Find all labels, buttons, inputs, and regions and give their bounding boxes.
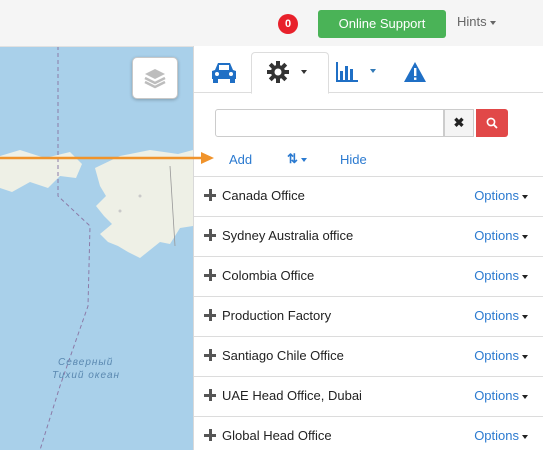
office-name[interactable]: Canada Office (222, 188, 305, 203)
plus-icon[interactable] (204, 349, 216, 361)
options-dropdown[interactable]: Options (474, 308, 528, 323)
options-label: Options (474, 228, 519, 243)
clear-search-button[interactable]: ✖ (444, 109, 474, 137)
panel-tabs (194, 46, 543, 94)
options-label: Options (474, 268, 519, 283)
hide-button[interactable]: Hide (340, 152, 367, 167)
options-dropdown[interactable]: Options (474, 348, 528, 363)
office-name[interactable]: Colombia Office (222, 268, 314, 283)
office-name[interactable]: UAE Head Office, Dubai (222, 388, 362, 403)
office-name[interactable]: Sydney Australia office (222, 228, 353, 243)
ocean-label-2: Тихий океан (52, 370, 121, 381)
office-name[interactable]: Santiago Chile Office (222, 348, 344, 363)
options-dropdown[interactable]: Options (474, 388, 528, 403)
sort-icon: ⇅ (287, 151, 298, 166)
options-dropdown[interactable]: Options (474, 188, 528, 203)
options-label: Options (474, 308, 519, 323)
map-land (0, 46, 193, 450)
list-item[interactable]: UAE Head Office, Dubai Options (194, 376, 543, 416)
plus-icon[interactable] (204, 309, 216, 321)
plus-icon[interactable] (204, 429, 216, 441)
ocean-label-1: Северный (58, 357, 114, 368)
search-button[interactable] (476, 109, 508, 137)
hints-dropdown[interactable]: Hints (457, 14, 496, 29)
top-bar: 0 Online Support Hints (0, 0, 543, 47)
chevron-down-icon (522, 194, 528, 199)
chevron-down-icon (522, 354, 528, 359)
plus-icon[interactable] (204, 389, 216, 401)
chevron-down-icon (522, 234, 528, 239)
bar-chart-icon (336, 62, 358, 82)
sort-button[interactable]: ⇅ (287, 151, 307, 167)
list-actions: Add ⇅ Hide (194, 146, 543, 176)
list-item[interactable]: Santiago Chile Office Options (194, 336, 543, 376)
chevron-down-icon (522, 274, 528, 279)
options-label: Options (474, 388, 519, 403)
list-item[interactable]: Colombia Office Options (194, 256, 543, 296)
tab-vehicles[interactable] (200, 52, 248, 92)
chevron-down-icon (489, 20, 496, 25)
office-list: Canada Office Options Sydney Australia o… (194, 176, 543, 456)
chevron-down-icon (522, 394, 528, 399)
tab-settings[interactable] (251, 52, 329, 94)
office-name[interactable]: Production Factory (222, 308, 331, 323)
chevron-down-icon (301, 70, 307, 74)
annotation-arrow (0, 152, 214, 164)
add-button[interactable]: Add (229, 152, 252, 167)
search-input[interactable] (215, 109, 444, 137)
list-item[interactable]: Sydney Australia office Options (194, 216, 543, 256)
options-dropdown[interactable]: Options (474, 228, 528, 243)
search-icon (486, 117, 498, 129)
options-label: Options (474, 428, 519, 443)
plus-icon[interactable] (204, 189, 216, 201)
chevron-down-icon (522, 314, 528, 319)
notification-badge[interactable]: 0 (278, 14, 298, 34)
chevron-down-icon (370, 69, 376, 73)
tab-reports[interactable] (332, 52, 392, 92)
plus-icon[interactable] (204, 229, 216, 241)
options-label: Options (474, 348, 519, 363)
chevron-down-icon (522, 434, 528, 439)
hints-label: Hints (457, 14, 487, 29)
options-dropdown[interactable]: Options (474, 268, 528, 283)
list-item[interactable]: Canada Office Options (194, 176, 543, 216)
office-name[interactable]: Global Head Office (222, 428, 332, 443)
warning-icon (404, 62, 426, 82)
plus-icon[interactable] (204, 269, 216, 281)
options-label: Options (474, 188, 519, 203)
online-support-button[interactable]: Online Support (318, 10, 446, 38)
gear-icon (267, 61, 289, 83)
map-view[interactable]: Северный Тихий океан (0, 46, 193, 450)
options-dropdown[interactable]: Options (474, 428, 528, 443)
close-icon: ✖ (453, 115, 465, 130)
locations-panel: ✖ Add ⇅ Hide Canada Office Options Sydne… (193, 46, 543, 450)
list-item[interactable]: Production Factory Options (194, 296, 543, 336)
layers-button[interactable] (132, 57, 178, 99)
chevron-down-icon (300, 157, 307, 162)
list-item[interactable]: Global Head Office Options (194, 416, 543, 456)
car-icon (212, 63, 236, 83)
layers-icon (144, 69, 166, 89)
tab-alerts[interactable] (394, 52, 438, 92)
